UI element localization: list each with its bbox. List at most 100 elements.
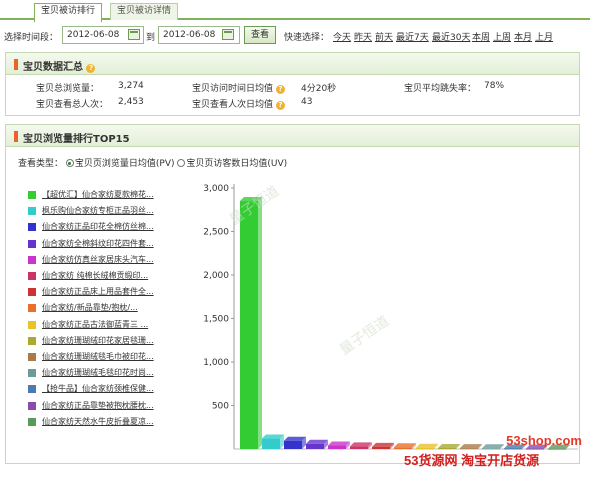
item-link[interactable]: 【抢牛品】仙合家纺颈椎保健... xyxy=(42,383,154,394)
radio-pv[interactable]: 宝贝页浏览量日均值(PV) xyxy=(65,159,175,169)
ranking-list-item[interactable]: 仙合家纺全棉斜纹印花四件套... xyxy=(28,238,178,250)
ranking-list-item[interactable]: 仙合家纺仿真丝家居床头汽车... xyxy=(28,254,178,266)
radio-pv-label[interactable]: 宝贝页浏览量日均值(PV) xyxy=(75,159,175,169)
item-link[interactable]: 仙合家纺珊瑚绒毯毛巾被印花... xyxy=(42,351,154,362)
quick-link-today[interactable]: 今天 xyxy=(333,30,351,43)
quick-link-day-before[interactable]: 前天 xyxy=(375,30,393,43)
ranking-title: 宝贝浏览量排行TOP15 xyxy=(23,134,130,145)
avg-visit-time-value: 4分20秒 xyxy=(301,84,337,94)
radio-selected-icon[interactable] xyxy=(65,159,74,167)
ranking-list-item[interactable]: 仙合家纺正品印花全棉仿丝棉... xyxy=(28,221,178,233)
site-url: 53shop.com xyxy=(506,433,582,448)
bar[interactable] xyxy=(240,197,262,449)
total-visits-label: 宝贝查看总人次： xyxy=(36,100,109,110)
ranking-panel: 宝贝浏览量排行TOP15 查看类型： 宝贝页浏览量日均值(PV) 宝贝页访客数日… xyxy=(5,124,580,464)
tab-item-visit-ranking[interactable]: 宝贝被访排行 xyxy=(34,3,103,22)
brand-line: 53货源网 淘宝开店货源 xyxy=(404,453,540,468)
legend-swatch xyxy=(28,239,36,248)
total-visits-value: 2,453 xyxy=(118,97,144,107)
y-tick-label: 2,000 xyxy=(203,271,229,281)
legend-swatch xyxy=(28,369,36,378)
date-range-label: 选择时间段： xyxy=(4,33,59,43)
quick-link-this-week[interactable]: 本周 xyxy=(472,30,490,43)
brand-watermark: 53shop.com 53货源网 淘宝开店货源 xyxy=(398,433,588,481)
ranking-panel-header: 宝贝浏览量排行TOP15 xyxy=(6,125,579,147)
item-link[interactable]: 【超优汇】仙合家纺夏款棉花... xyxy=(42,189,154,200)
item-link[interactable]: 仙合家纺 纯棉长绒棉贡缎印... xyxy=(42,270,148,281)
help-icon[interactable]: ? xyxy=(275,101,285,110)
item-link[interactable]: 仙合家纺天然水牛皮折叠夏凉... xyxy=(42,416,154,427)
ranking-list-item[interactable]: 仙合家纺正品古法御蓝青三 ... xyxy=(28,319,178,331)
y-tick-label: 1,500 xyxy=(203,315,229,325)
bar[interactable] xyxy=(262,434,284,449)
quick-link-this-month[interactable]: 本月 xyxy=(514,30,532,43)
bar[interactable] xyxy=(284,436,306,449)
ranking-list-item[interactable]: 枫乐购仙合家纺专柜正品羽丝... xyxy=(28,205,178,217)
section-marker xyxy=(14,131,18,142)
help-icon[interactable]: ? xyxy=(86,64,96,73)
item-link[interactable]: 仙合家纺珊瑚绒印花家居毯珊... xyxy=(42,335,154,346)
bounce-rate-value: 78% xyxy=(484,81,505,91)
ranking-list-item[interactable]: 【超优汇】仙合家纺夏款棉花... xyxy=(28,189,178,201)
item-link[interactable]: 枫乐购仙合家纺专柜正品羽丝... xyxy=(42,205,154,216)
legend-swatch xyxy=(28,272,36,280)
legend-swatch xyxy=(28,223,36,232)
calendar-icon[interactable] xyxy=(222,29,234,40)
summary-panel: 宝贝数据汇总 ? 宝贝总浏览量： 3,274 宝贝访问时间日均值 ? 4分20秒… xyxy=(5,52,580,116)
item-link[interactable]: 仙合家纺正品印花全棉仿丝棉... xyxy=(42,221,154,232)
y-tick-label: 500 xyxy=(212,402,229,412)
quick-link-last-30-days[interactable]: 最近30天 xyxy=(432,30,470,43)
legend-swatch xyxy=(28,191,36,199)
quick-link-last-7-days[interactable]: 最近7天 xyxy=(396,30,429,43)
bar[interactable] xyxy=(350,442,372,449)
item-link[interactable]: 仙合家纺正品靠垫被抱枕腰枕... xyxy=(42,400,154,411)
avg-visits-label: 宝贝查看人次日均值 ? xyxy=(192,97,285,110)
ranking-list-item[interactable]: 仙合家纺正品靠垫被抱枕腰枕... xyxy=(28,400,178,412)
radio-unselected-icon[interactable] xyxy=(177,159,186,167)
item-link[interactable]: 仙合家纺正品古法御蓝青三 ... xyxy=(42,319,148,330)
section-marker xyxy=(14,59,18,70)
total-pv-value: 3,274 xyxy=(118,81,144,91)
summary-panel-header: 宝贝数据汇总 ? xyxy=(6,53,579,75)
item-link[interactable]: 仙合家纺正品床上用品套件全... xyxy=(42,286,154,297)
calendar-icon[interactable] xyxy=(128,29,140,40)
item-link[interactable]: 仙合家纺珊瑚绒毛毯印花时尚... xyxy=(42,367,154,378)
view-button[interactable]: 查看 xyxy=(244,26,276,44)
y-tick-label: 3,000 xyxy=(203,184,229,194)
tab-item-visit-detail[interactable]: 宝贝被访详情 xyxy=(110,3,179,20)
y-tick-label: 1,000 xyxy=(203,358,229,368)
quick-link-yesterday[interactable]: 昨天 xyxy=(354,30,372,43)
ranking-list-item[interactable]: 仙合家纺/新品靠垫/抱枕/... xyxy=(28,302,178,314)
item-link[interactable]: 仙合家纺/新品靠垫/抱枕/... xyxy=(42,302,138,313)
bar[interactable] xyxy=(328,441,350,449)
help-icon[interactable]: ? xyxy=(275,85,285,94)
radio-uv[interactable]: 宝贝页访客数日均值(UV) xyxy=(177,159,287,169)
legend-swatch xyxy=(28,385,36,394)
total-pv-label: 宝贝总浏览量： xyxy=(36,84,100,94)
legend-swatch xyxy=(28,304,36,313)
to-label: 到 xyxy=(146,33,156,43)
ranking-list-item[interactable]: 仙合家纺 纯棉长绒棉贡缎印... xyxy=(28,270,178,282)
avg-visits-value: 43 xyxy=(301,97,313,107)
radio-uv-label[interactable]: 宝贝页访客数日均值(UV) xyxy=(186,159,287,169)
ranking-list-item[interactable]: 仙合家纺正品床上用品套件全... xyxy=(28,286,178,298)
ranking-list-item[interactable]: 仙合家纺珊瑚绒毛毯印花时尚... xyxy=(28,367,178,379)
item-link[interactable]: 仙合家纺全棉斜纹印花四件套... xyxy=(42,238,154,249)
item-link[interactable]: 仙合家纺仿真丝家居床头汽车... xyxy=(42,254,154,265)
bar[interactable] xyxy=(306,439,328,449)
view-type-row: 查看类型： 宝贝页浏览量日均值(PV) 宝贝页访客数日均值(UV) xyxy=(18,156,287,169)
bounce-rate-label: 宝贝平均跳失率： xyxy=(404,84,477,94)
legend-swatch xyxy=(28,401,36,410)
tab-bar: 宝贝被访排行 宝贝被访详情 xyxy=(0,0,590,22)
ranking-list-item[interactable]: 仙合家纺天然水牛皮折叠夏凉... xyxy=(28,416,178,428)
ranking-list-item[interactable]: 【抢牛品】仙合家纺颈椎保健... xyxy=(28,383,178,395)
legend-swatch xyxy=(28,336,36,345)
legend-swatch xyxy=(28,207,36,216)
ranking-list-item[interactable]: 仙合家纺珊瑚绒印花家居毯珊... xyxy=(28,335,178,347)
legend-swatch xyxy=(28,255,36,264)
summary-title: 宝贝数据汇总 ? xyxy=(23,58,96,73)
bar[interactable] xyxy=(372,442,394,449)
quick-link-last-week[interactable]: 上周 xyxy=(493,30,511,43)
ranking-list-item[interactable]: 仙合家纺珊瑚绒毯毛巾被印花... xyxy=(28,351,178,363)
quick-link-last-month[interactable]: 上月 xyxy=(535,30,553,43)
